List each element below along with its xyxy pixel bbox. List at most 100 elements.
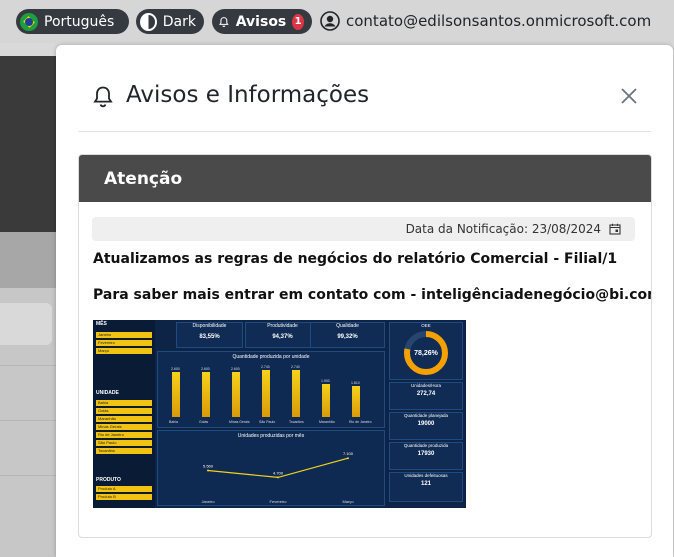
bar-category-label: Tocantins bbox=[289, 420, 304, 424]
kpi-card: Produtividade 94,37% bbox=[245, 322, 320, 348]
bar bbox=[322, 384, 330, 417]
kpi-value: 94,37% bbox=[272, 334, 293, 340]
metric-label: Quantidade planejada bbox=[403, 413, 449, 418]
filter-item: Março bbox=[96, 348, 152, 354]
line-value-label: 5.560 bbox=[203, 464, 214, 469]
metric-card: Unidades defeituosas 121 bbox=[389, 472, 463, 502]
bar-value-label: 2.600 bbox=[201, 366, 210, 371]
filter-item: Minas Gerais bbox=[96, 424, 152, 430]
account-email: contato@edilsonsantos.onmicrosoft.com bbox=[346, 12, 652, 30]
oee-gauge-card: OEE 78,26% bbox=[389, 322, 463, 380]
theme-label: Dark bbox=[162, 13, 196, 30]
brazil-flag-icon bbox=[20, 12, 38, 31]
filter-sidebar: MÊS Janeiro Fevereiro Março UNIDADE Bahi… bbox=[93, 320, 155, 508]
notification-date: Data da Notificação: 23/08/2024 bbox=[405, 222, 601, 236]
top-bar: Português Dark Avisos 1 contato@edilsons… bbox=[0, 0, 674, 43]
background-divider bbox=[0, 365, 56, 366]
kpi-value: 83,55% bbox=[199, 334, 220, 340]
filter-section-title: PRODUTO bbox=[96, 477, 121, 483]
filter-section-title: MÊS bbox=[96, 321, 107, 327]
language-label: Português bbox=[44, 13, 115, 30]
kpi-card: Disponibilidade 83,55% bbox=[176, 322, 243, 348]
notice-card: Atenção Data da Notificação: 23/08/2024 … bbox=[78, 154, 652, 538]
metric-value: 19000 bbox=[417, 421, 435, 427]
bell-icon bbox=[93, 86, 113, 108]
line-axis-label: Fevereiro bbox=[270, 499, 288, 504]
notice-message: Atualizamos as regras de negócios do rel… bbox=[93, 251, 618, 267]
bell-icon bbox=[219, 16, 229, 27]
bar-value-label: 2.740 bbox=[261, 364, 270, 369]
notices-button[interactable]: Avisos 1 bbox=[212, 9, 312, 34]
filter-item: São Paulo bbox=[96, 440, 152, 446]
card-title: Atenção bbox=[79, 155, 651, 202]
line-chart: 5.560 Janeiro 4.700 Fevereiro 7.100 Março bbox=[201, 451, 354, 504]
bar bbox=[232, 371, 240, 417]
bar-value-label: 2.600 bbox=[171, 366, 180, 371]
metric-label: Quantidade produzida bbox=[403, 443, 449, 448]
contrast-icon bbox=[140, 12, 157, 31]
bar-category-label: Goiás bbox=[199, 420, 209, 424]
modal-title: Avisos e Informações bbox=[126, 82, 370, 108]
bar bbox=[292, 369, 300, 417]
metric-value: 272,74 bbox=[416, 391, 436, 397]
language-selector[interactable]: Português bbox=[16, 9, 129, 34]
filter-item: Goiás bbox=[96, 408, 152, 414]
bar-value-label: 2.600 bbox=[231, 366, 240, 371]
background-divider bbox=[0, 475, 56, 476]
filter-item: Maranhão bbox=[96, 416, 152, 422]
bar-value-label: 1.900 bbox=[321, 379, 330, 384]
bar-category-label: São Paulo bbox=[259, 420, 276, 424]
bar-chart-title: Quantidade produzida por unidade bbox=[232, 354, 310, 360]
notices-label: Avisos bbox=[235, 13, 287, 30]
filter-section-title: UNIDADE bbox=[96, 390, 119, 396]
close-icon[interactable] bbox=[620, 87, 638, 105]
line-value-label: 7.100 bbox=[343, 451, 354, 456]
account-menu[interactable]: contato@edilsonsantos.onmicrosoft.com bbox=[320, 10, 651, 32]
background-field bbox=[0, 303, 52, 345]
filter-item: Fevereiro bbox=[96, 340, 152, 346]
oee-value: 78,26% bbox=[414, 350, 439, 357]
modal-header: Avisos e Informações bbox=[78, 45, 651, 132]
line-axis-label: Março bbox=[342, 499, 354, 504]
notification-date-bar: Data da Notificação: 23/08/2024 bbox=[92, 217, 635, 241]
background-divider bbox=[0, 420, 56, 421]
kpi-card: Qualidade 99,32% bbox=[310, 322, 385, 348]
notice-contact-message: Para saber mais entrar em contato com - … bbox=[93, 287, 652, 303]
calendar-icon bbox=[609, 223, 621, 235]
filter-item: Produto A bbox=[96, 486, 152, 492]
filter-item: Produto B bbox=[96, 494, 152, 500]
metric-value: 17930 bbox=[417, 451, 435, 457]
bar bbox=[352, 385, 360, 417]
kpi-label: Disponibilidade bbox=[192, 323, 227, 329]
line-axis-label: Janeiro bbox=[201, 499, 215, 504]
metric-card: Unidades/Hora 272,74 bbox=[389, 382, 463, 410]
bar-category-label: Bahia bbox=[169, 420, 178, 424]
bar bbox=[202, 371, 210, 417]
bar bbox=[262, 369, 270, 417]
dashboard-screenshot: MÊS Janeiro Fevereiro Março UNIDADE Bahi… bbox=[93, 320, 466, 508]
line-chart-panel: Unidades produzidas por mês 5.560 Janeiro… bbox=[157, 430, 385, 506]
filter-item: Rio de Janeiro bbox=[96, 432, 152, 438]
bar bbox=[172, 371, 180, 417]
kpi-label: Qualidade bbox=[336, 323, 359, 329]
line-point bbox=[207, 469, 209, 472]
filter-item: Janeiro bbox=[96, 332, 152, 338]
bar-value-label: 1.810 bbox=[351, 380, 360, 385]
metric-label: Unidades/Hora bbox=[410, 383, 442, 388]
line-point bbox=[277, 476, 279, 479]
line-value-label: 4.700 bbox=[273, 470, 284, 475]
bar-chart-panel: Quantidade produzida por unidade 2.600 Ba… bbox=[157, 351, 385, 428]
metric-value: 121 bbox=[420, 481, 431, 487]
notices-count-badge: 1 bbox=[292, 13, 304, 30]
kpi-value: 99,32% bbox=[337, 334, 358, 340]
metric-label: Unidades defeituosas bbox=[404, 473, 448, 478]
filter-item: Bahia bbox=[96, 400, 152, 406]
bar-category-label: Minas Gerais bbox=[229, 420, 250, 424]
metric-card: Quantidade produzida 17930 bbox=[389, 442, 463, 470]
user-icon bbox=[320, 11, 340, 31]
theme-toggle[interactable]: Dark bbox=[136, 9, 204, 34]
kpi-label: Produtividade bbox=[267, 323, 298, 329]
oee-gauge: 78,26% bbox=[404, 331, 448, 375]
bar-value-label: 2.740 bbox=[291, 364, 300, 369]
notices-modal: Avisos e Informações Atenção Data da Not… bbox=[56, 45, 673, 557]
